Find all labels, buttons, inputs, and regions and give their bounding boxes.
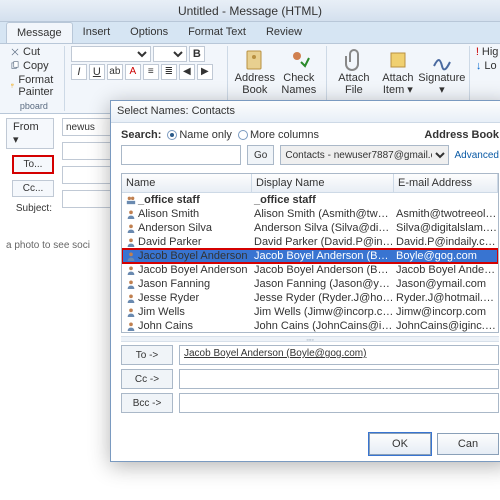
resize-handle[interactable]: ◦◦◦ xyxy=(121,336,499,342)
contact-row[interactable]: Jason FanningJason Fanning (Jason@ymail.… xyxy=(122,277,498,291)
contact-row[interactable]: Jacob Boyel AndersonJacob Boyel Anderson… xyxy=(122,263,498,277)
copy-button[interactable]: Copy xyxy=(10,60,58,72)
col-display[interactable]: Display Name xyxy=(252,174,394,192)
contact-row[interactable]: Jim WellsJim Wells (Jimw@incorp.com)Jimw… xyxy=(122,305,498,319)
search-input[interactable] xyxy=(121,145,241,165)
name-only-radio[interactable]: Name only xyxy=(167,129,232,141)
contact-row[interactable]: Jesse RyderJesse Ryder (Ryder.J@hotmail.… xyxy=(122,291,498,305)
search-label: Search: xyxy=(121,129,161,141)
address-book-icon xyxy=(243,48,267,72)
bcc-recipients[interactable] xyxy=(179,393,499,413)
font-family-select[interactable] xyxy=(71,46,151,62)
person-icon xyxy=(126,279,136,289)
tab-review[interactable]: Review xyxy=(256,22,312,43)
contact-row[interactable]: John CainsJohn Cains (JohnCains@iginc.co… xyxy=(122,319,498,333)
select-names-dialog: Select Names: Contacts Search: Name only… xyxy=(110,100,500,462)
go-button[interactable]: Go xyxy=(247,145,274,165)
group-icon xyxy=(126,195,136,205)
copy-icon xyxy=(10,61,20,71)
tab-options[interactable]: Options xyxy=(120,22,178,43)
address-book-button[interactable]: Address Book xyxy=(234,46,276,96)
contacts-list: Name Display Name E-mail Address _office… xyxy=(121,173,499,333)
contact-row[interactable]: David ParkerDavid Parker (David.P@indail… xyxy=(122,235,498,249)
address-book-label: Address Book xyxy=(424,129,499,141)
subject-label: Subject: xyxy=(16,203,54,214)
from-button[interactable]: From ▾ xyxy=(6,118,54,149)
numbering-button[interactable]: ≣ xyxy=(161,64,177,80)
contact-row[interactable]: Jacob Boyel AndersonJacob Boyel Anderson… xyxy=(122,249,498,263)
person-icon xyxy=(126,321,136,331)
ribbon-tabs: Message Insert Options Format Text Revie… xyxy=(0,22,500,44)
dialog-title: Select Names: Contacts xyxy=(111,101,500,123)
ok-button[interactable]: OK xyxy=(369,433,431,455)
person-icon xyxy=(126,265,136,275)
underline-button[interactable]: U xyxy=(89,64,105,80)
person-icon xyxy=(126,251,136,261)
bcc-add-button[interactable]: Bcc -> xyxy=(121,393,173,413)
to-add-button[interactable]: To -> xyxy=(121,345,173,365)
attach-file-button[interactable]: Attach File xyxy=(333,46,375,96)
highlight-button[interactable]: ab xyxy=(107,64,123,80)
person-icon xyxy=(126,223,136,233)
person-icon xyxy=(126,237,136,247)
attach-item-icon xyxy=(386,48,410,72)
font-size-select[interactable] xyxy=(153,46,187,62)
cc-recipients[interactable] xyxy=(179,369,499,389)
cut-button[interactable]: Cut xyxy=(10,46,58,58)
low-importance-button[interactable]: ↓ Lo xyxy=(476,60,499,72)
signature-icon xyxy=(430,48,454,72)
font-formatting: B I U ab A ≡ ≣ ◀ ▶ xyxy=(71,46,221,80)
bullets-button[interactable]: ≡ xyxy=(143,64,159,80)
person-icon xyxy=(126,307,136,317)
cut-icon xyxy=(10,47,20,57)
signature-button[interactable]: Signature ▾ xyxy=(421,46,463,96)
check-names-icon xyxy=(287,48,311,72)
contact-row[interactable]: Alison SmithAlison Smith (Asmith@twotree… xyxy=(122,207,498,221)
cc-button[interactable]: Cc... xyxy=(12,180,54,197)
to-button[interactable]: To... xyxy=(12,155,54,174)
italic-button[interactable]: I xyxy=(71,64,87,80)
to-recipients[interactable]: Jacob Boyel Anderson (Boyle@gog.com) xyxy=(179,345,499,365)
tab-insert[interactable]: Insert xyxy=(73,22,121,43)
col-email[interactable]: E-mail Address xyxy=(394,174,498,192)
check-names-button[interactable]: Check Names xyxy=(278,46,320,96)
address-book-select[interactable]: Contacts - newuser7887@gmail.com xyxy=(280,145,448,165)
paperclip-icon xyxy=(342,48,366,72)
contact-row[interactable]: Anderson SilvaAnderson Silva (Silva@digi… xyxy=(122,221,498,235)
cancel-button[interactable]: Can xyxy=(437,433,499,455)
attach-item-button[interactable]: Attach Item ▾ xyxy=(377,46,419,96)
bold-button[interactable]: B xyxy=(189,46,205,62)
format-painter-button[interactable]: Format Painter xyxy=(10,74,58,98)
contact-row[interactable]: _office staff_office staff xyxy=(122,193,498,207)
advanced-link[interactable]: Advanced xyxy=(455,150,499,161)
tab-message[interactable]: Message xyxy=(6,22,73,43)
person-icon xyxy=(126,293,136,303)
font-color-button[interactable]: A xyxy=(125,64,141,80)
window-title: Untitled - Message (HTML) xyxy=(0,0,500,22)
col-name[interactable]: Name xyxy=(122,174,252,192)
cc-add-button[interactable]: Cc -> xyxy=(121,369,173,389)
tab-format-text[interactable]: Format Text xyxy=(178,22,256,43)
high-importance-button[interactable]: ! Hig xyxy=(476,46,499,58)
more-columns-radio[interactable]: More columns xyxy=(238,129,319,141)
paint-icon xyxy=(10,81,15,91)
person-icon xyxy=(126,209,136,219)
clipboard-label: pboard xyxy=(10,101,58,111)
indent-left-button[interactable]: ◀ xyxy=(179,64,195,80)
indent-right-button[interactable]: ▶ xyxy=(197,64,213,80)
